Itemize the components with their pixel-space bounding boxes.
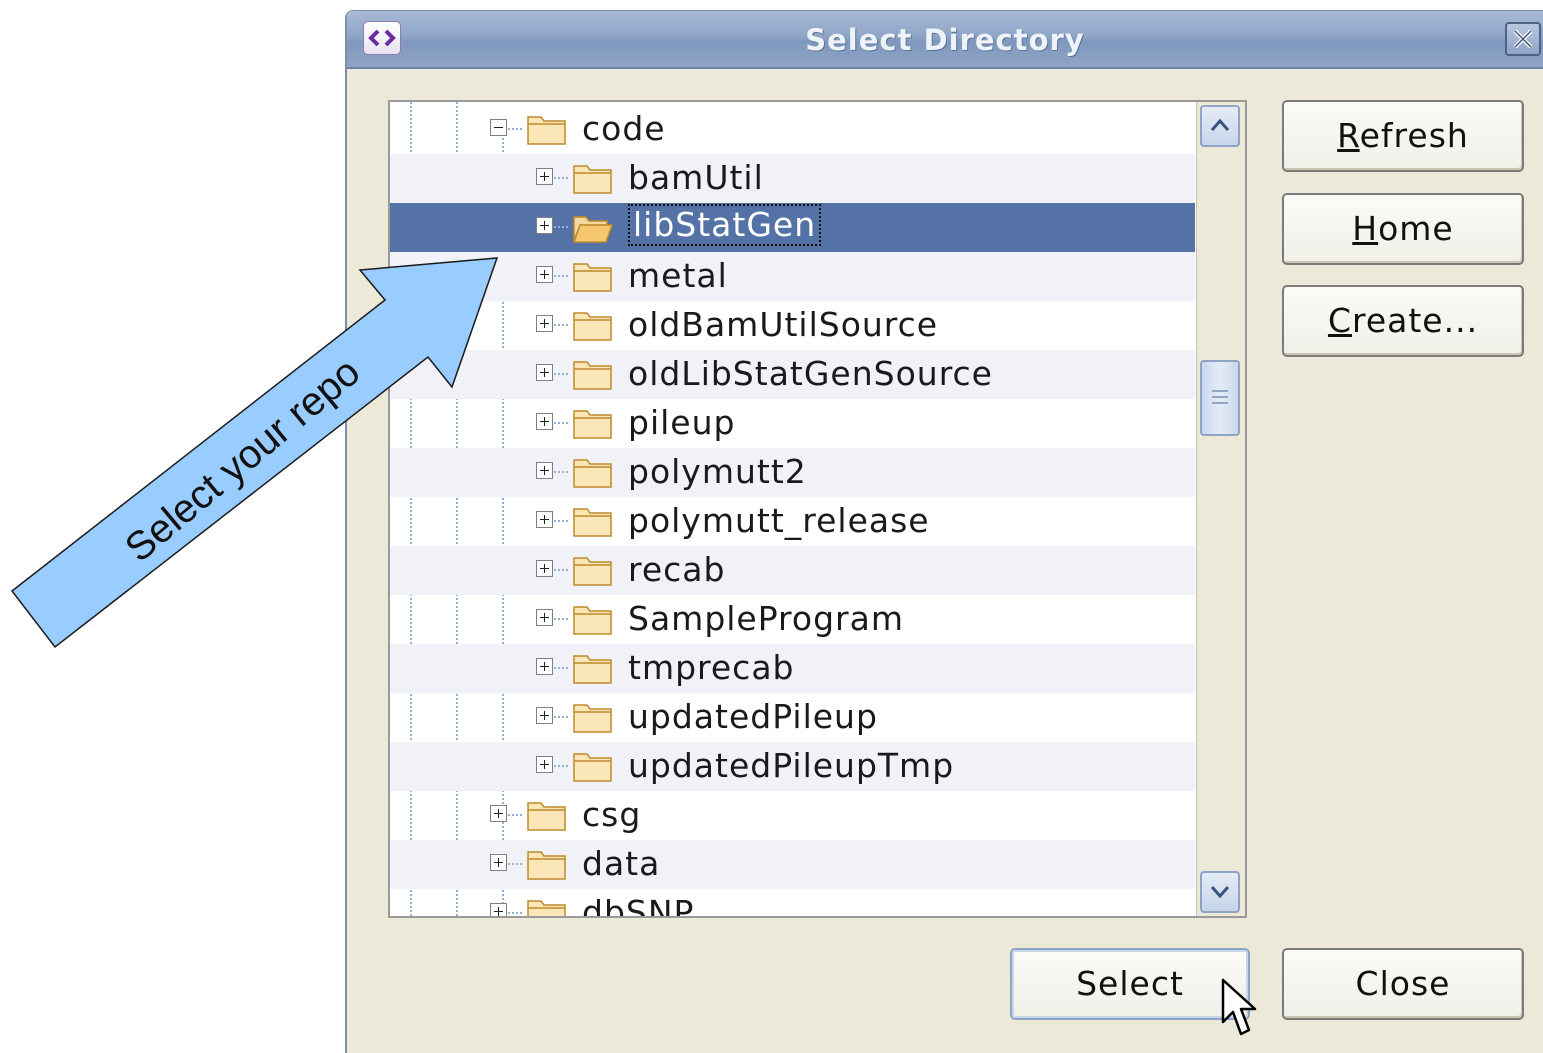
mouse-cursor-icon [1221, 978, 1257, 1036]
annotation-arrow [10, 257, 499, 649]
